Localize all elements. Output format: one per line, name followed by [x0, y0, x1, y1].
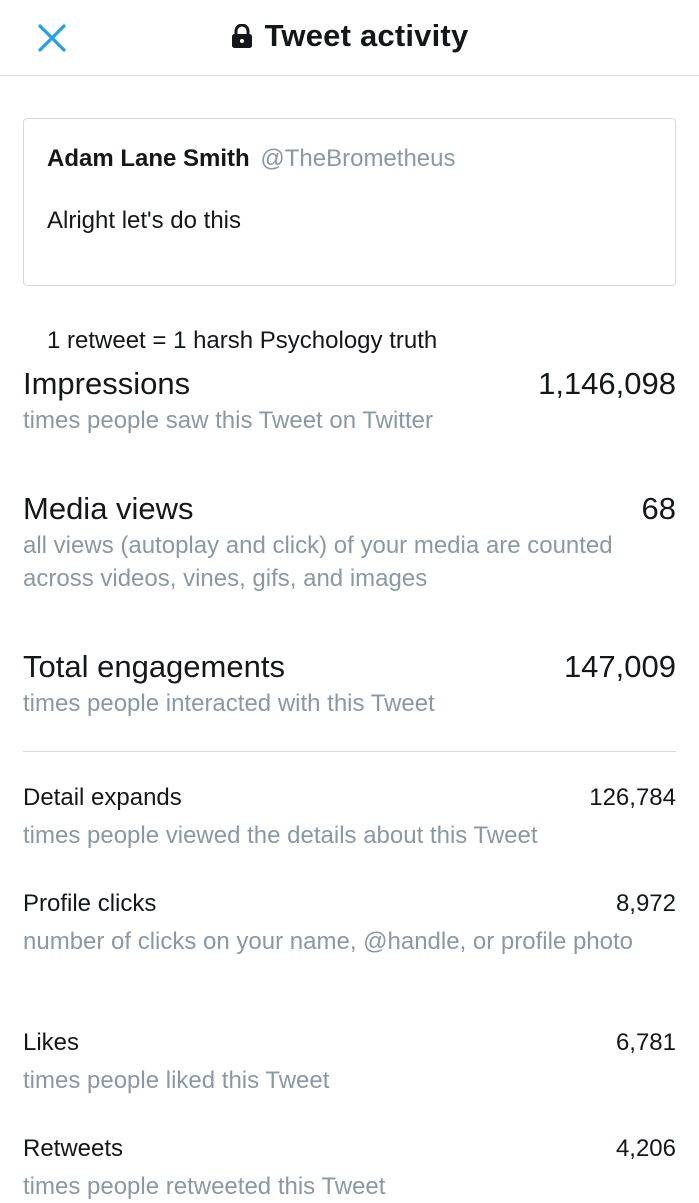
page-title-text: Tweet activity [264, 18, 469, 53]
metric-impressions: Impressions 1,146,098 times people saw t… [23, 366, 676, 437]
author-name[interactable]: Adam Lane Smith [47, 145, 250, 172]
metric-value: 68 [641, 491, 676, 526]
tweet-text: Alright let's do this 1 retweet = 1 hars… [47, 176, 652, 386]
tweet-author: Adam Lane Smith @TheBrometheus [47, 145, 652, 173]
metric-description: number of clicks on your name, @handle, … [23, 928, 634, 955]
author-handle[interactable]: @TheBrometheus [260, 145, 455, 172]
metric-label: Likes [23, 1029, 80, 1056]
metric-media-views: Media views 68 all views (autoplay and c… [23, 491, 676, 595]
header-bar: Tweet activity [0, 0, 699, 76]
page-title: Tweet activity [0, 16, 699, 56]
metric-description: times people retweeted this Tweet [23, 1173, 386, 1200]
metric-description: times people interacted with this Tweet [23, 690, 435, 717]
metric-description: times people saw this Tweet on Twitter [23, 407, 433, 434]
metric-likes: Likes 6,781 times people liked this Twee… [23, 1028, 676, 1097]
metric-retweets: Retweets 4,206 times people retweeted th… [23, 1134, 676, 1203]
metric-value: 4,206 [615, 1135, 676, 1162]
metric-label: Impressions [23, 366, 191, 401]
metric-description: all views (autoplay and click) of your m… [23, 532, 613, 592]
tweet-card[interactable]: Adam Lane Smith @TheBrometheus Alright l… [23, 118, 676, 354]
tweet-text-line: Alright let's do this [47, 207, 242, 234]
metric-value: 126,784 [589, 784, 676, 811]
metric-value: 8,972 [615, 890, 676, 917]
divider [23, 751, 676, 752]
metric-label: Profile clicks [23, 890, 157, 917]
metric-profile-clicks: Profile clicks 8,972 number of clicks on… [23, 889, 676, 958]
metric-label: Retweets [23, 1135, 124, 1162]
metric-description: times people liked this Tweet [23, 1067, 330, 1094]
metric-detail-expands: Detail expands 126,784 times people view… [23, 783, 676, 852]
metric-description: times people viewed the details about th… [23, 822, 538, 849]
lock-icon [231, 24, 252, 48]
metric-total-engagements: Total engagements 147,009 times people i… [23, 649, 676, 720]
metric-value: 6,781 [615, 1029, 676, 1056]
metric-label: Media views [23, 491, 194, 526]
metric-value: 1,146,098 [538, 366, 676, 401]
metric-label: Total engagements [23, 649, 285, 684]
metric-label: Detail expands [23, 784, 182, 811]
metric-value: 147,009 [563, 649, 676, 684]
tweet-text-line: 1 retweet = 1 harsh Psychology truth [47, 327, 438, 354]
